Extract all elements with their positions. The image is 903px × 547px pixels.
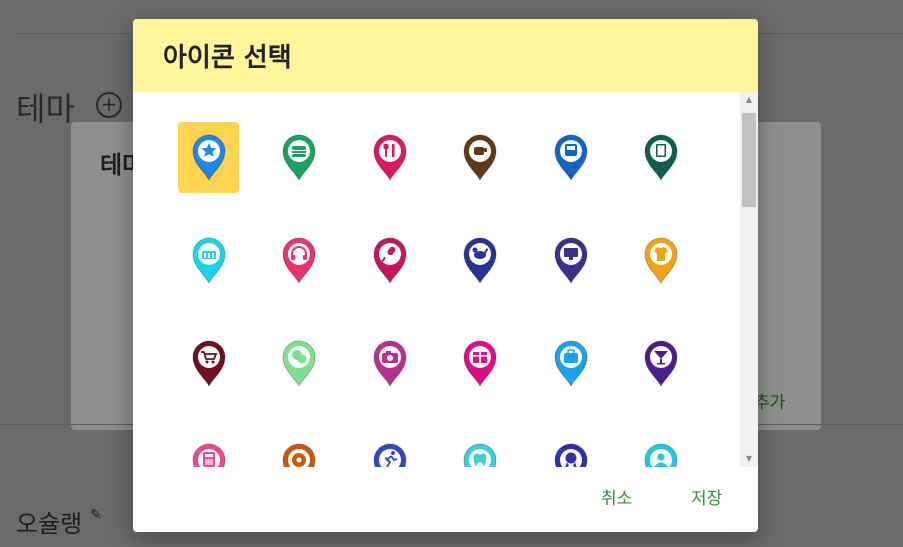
icon-option[interactable] bbox=[359, 431, 420, 467]
icon-option[interactable] bbox=[631, 225, 692, 296]
icon-option[interactable] bbox=[631, 431, 692, 467]
camera-pin-icon bbox=[372, 340, 407, 387]
icon-option[interactable] bbox=[540, 431, 601, 467]
icon-option[interactable] bbox=[269, 328, 330, 399]
add-theme-icon: + bbox=[96, 92, 122, 118]
cart-pin-icon bbox=[191, 340, 226, 387]
icon-grid-container: ▲ ▼ bbox=[133, 92, 758, 467]
dialog-footer: 취소 저장 bbox=[133, 467, 758, 532]
icon-option[interactable] bbox=[540, 328, 601, 399]
runner-pin-icon bbox=[372, 443, 407, 467]
coffee-pin-icon bbox=[463, 134, 497, 181]
icon-option[interactable] bbox=[178, 122, 239, 193]
scrollbar[interactable]: ▲ ▼ bbox=[740, 92, 758, 467]
icon-option[interactable] bbox=[450, 122, 511, 193]
user-pin-icon bbox=[644, 443, 678, 467]
calculator-pin-icon bbox=[191, 443, 226, 467]
icon-option[interactable] bbox=[450, 225, 511, 296]
icon-option[interactable] bbox=[359, 122, 420, 193]
icon-option[interactable] bbox=[631, 328, 692, 399]
cancel-button[interactable]: 취소 bbox=[601, 484, 632, 509]
donut-pin-icon bbox=[282, 443, 316, 467]
icon-option[interactable] bbox=[540, 225, 601, 296]
bus-pin-icon bbox=[553, 134, 588, 181]
icon-option[interactable] bbox=[269, 431, 330, 467]
dialog-title: 아이콘 선택 bbox=[163, 43, 292, 73]
shirt-pin-icon bbox=[644, 237, 678, 284]
icon-select-dialog: 아이콘 선택 ▲ ▼ 취소 저장 bbox=[133, 19, 758, 532]
icon-option[interactable] bbox=[178, 225, 239, 296]
book-pin-icon bbox=[644, 134, 678, 181]
icon-option[interactable] bbox=[450, 431, 511, 467]
icon-option[interactable] bbox=[269, 122, 330, 193]
headphones-pin-icon bbox=[282, 237, 316, 284]
icon-option[interactable] bbox=[269, 225, 330, 296]
burger-pin-icon bbox=[282, 134, 316, 181]
bag-pin-icon bbox=[553, 340, 588, 387]
list-title: 오슐랭 bbox=[16, 510, 83, 538]
basket-pin-icon bbox=[191, 237, 226, 284]
icon-option[interactable] bbox=[540, 122, 601, 193]
tooth-pin-icon bbox=[463, 443, 497, 467]
scroll-up-icon[interactable]: ▲ bbox=[740, 92, 758, 108]
scrollbar-thumb[interactable] bbox=[742, 113, 756, 207]
icon-option[interactable] bbox=[631, 122, 692, 193]
icon-option[interactable] bbox=[359, 225, 420, 296]
cocktail-pin-icon bbox=[644, 340, 678, 387]
icon-option[interactable] bbox=[359, 328, 420, 399]
icon-option[interactable] bbox=[178, 431, 239, 467]
theme-heading: 테마 bbox=[16, 90, 75, 128]
star-pin-icon bbox=[191, 134, 226, 181]
chat-pin-icon bbox=[282, 340, 316, 387]
icon-option[interactable] bbox=[450, 328, 511, 399]
save-button[interactable]: 저장 bbox=[691, 484, 722, 509]
theme-card-add-link: 추가 bbox=[754, 393, 786, 413]
pencil-icon: ✎ bbox=[90, 507, 102, 523]
pet-pin-icon bbox=[463, 237, 497, 284]
icon-option[interactable] bbox=[178, 328, 239, 399]
microphone-pin-icon bbox=[372, 237, 407, 284]
dialog-header: 아이콘 선택 bbox=[133, 19, 758, 92]
award-pin-icon bbox=[553, 443, 588, 467]
scroll-down-icon[interactable]: ▼ bbox=[740, 451, 758, 467]
monitor-pin-icon bbox=[553, 237, 588, 284]
restaurant-pin-icon bbox=[372, 134, 407, 181]
gift-pin-icon bbox=[463, 340, 497, 387]
